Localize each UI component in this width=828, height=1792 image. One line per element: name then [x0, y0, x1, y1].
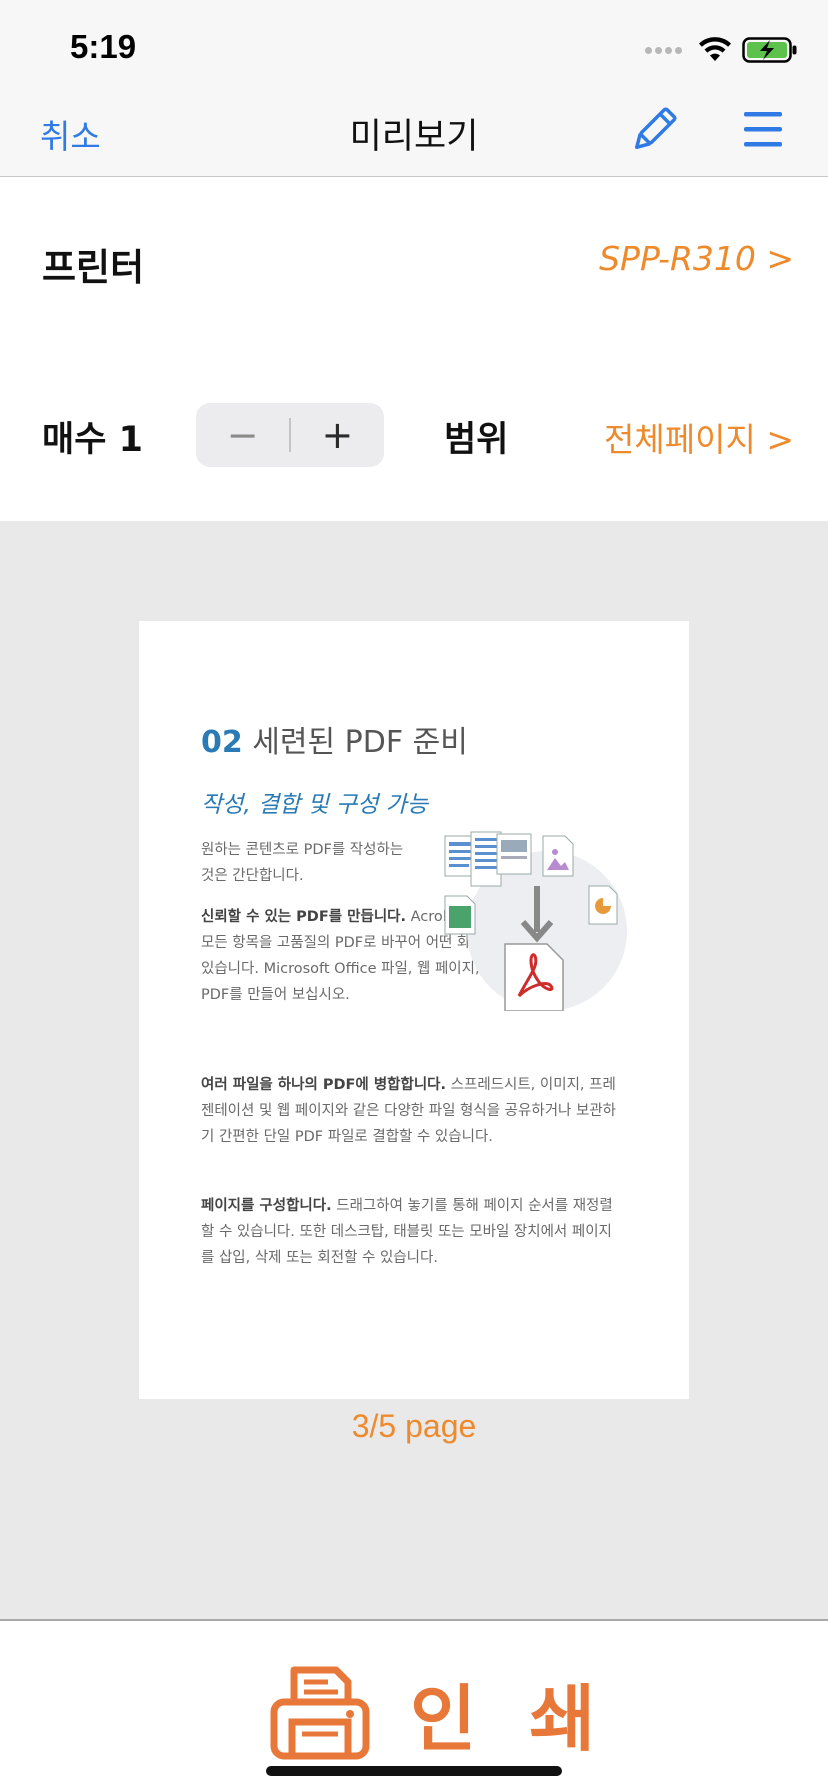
print-label: 인 쇄 [410, 1676, 610, 1761]
page-counter: 3/5 page [351, 1408, 477, 1444]
status-bar: 5:19 [0, 0, 828, 92]
page-title: 미리보기 [349, 117, 479, 157]
battery-charging-icon [742, 37, 797, 63]
preview-subheading: 작성, 결합 및 구성 가능 [201, 792, 428, 818]
range-select[interactable]: 전체페이지 > [604, 413, 794, 461]
home-indicator [266, 1766, 562, 1776]
wifi-icon [699, 37, 731, 61]
navigation-bar: 취소 미리보기 [0, 92, 828, 177]
copies-stepper: − + [196, 403, 384, 467]
status-time: 5:19 [70, 28, 137, 65]
printer-label: 프린터 [42, 246, 145, 289]
paragraph-lead: 페이지를 구성합니다. [201, 1198, 332, 1214]
range-label: 범위 [444, 420, 509, 460]
printer-select[interactable]: SPP-R310 > [599, 239, 794, 278]
status-indicators [645, 34, 798, 66]
decrement-button[interactable]: − [196, 403, 289, 467]
preview-paragraph: 페이지를 구성합니다. 드래그하여 놓기를 통해 페이지 순서를 재정렬할 수 … [201, 1193, 621, 1271]
copies-label: 매수 1 [42, 420, 143, 460]
heading-number: 02 [201, 725, 243, 760]
cellular-signal-icon [645, 46, 682, 54]
preview-heading: 02 세련된 PDF 준비 [201, 717, 468, 761]
page-preview[interactable]: 02 세련된 PDF 준비 작성, 결합 및 구성 가능 원하는 콘텐츠로 PD… [139, 621, 689, 1399]
preview-area[interactable]: 02 세련된 PDF 준비 작성, 결합 및 구성 가능 원하는 콘텐츠로 PD… [0, 521, 828, 1621]
printer-icon [270, 1666, 370, 1760]
heading-text: 세련된 PDF 준비 [242, 725, 468, 760]
hamburger-menu-icon[interactable] [742, 108, 786, 152]
preview-paragraph: 원하는 콘텐츠로 PDF를 작성하는 것은 간단합니다. [201, 842, 404, 884]
paragraph-lead: 신뢰할 수 있는 PDF를 만듭니다. [201, 909, 407, 925]
preview-paragraph: 여러 파일을 하나의 PDF에 병합합니다. 스프레드시트, 이미지, 프레젠테… [201, 1072, 621, 1150]
paragraph-lead: 여러 파일을 하나의 PDF에 병합합니다. [201, 1077, 447, 1093]
increment-button[interactable]: + [291, 403, 384, 467]
pencil-icon[interactable] [626, 104, 680, 158]
print-settings: 프린터 SPP-R310 > 매수 1 − + 범위 전체페이지 > [0, 177, 828, 521]
pdf-merge-illustration [444, 831, 627, 1011]
print-button[interactable]: 인 쇄 [270, 1657, 610, 1767]
